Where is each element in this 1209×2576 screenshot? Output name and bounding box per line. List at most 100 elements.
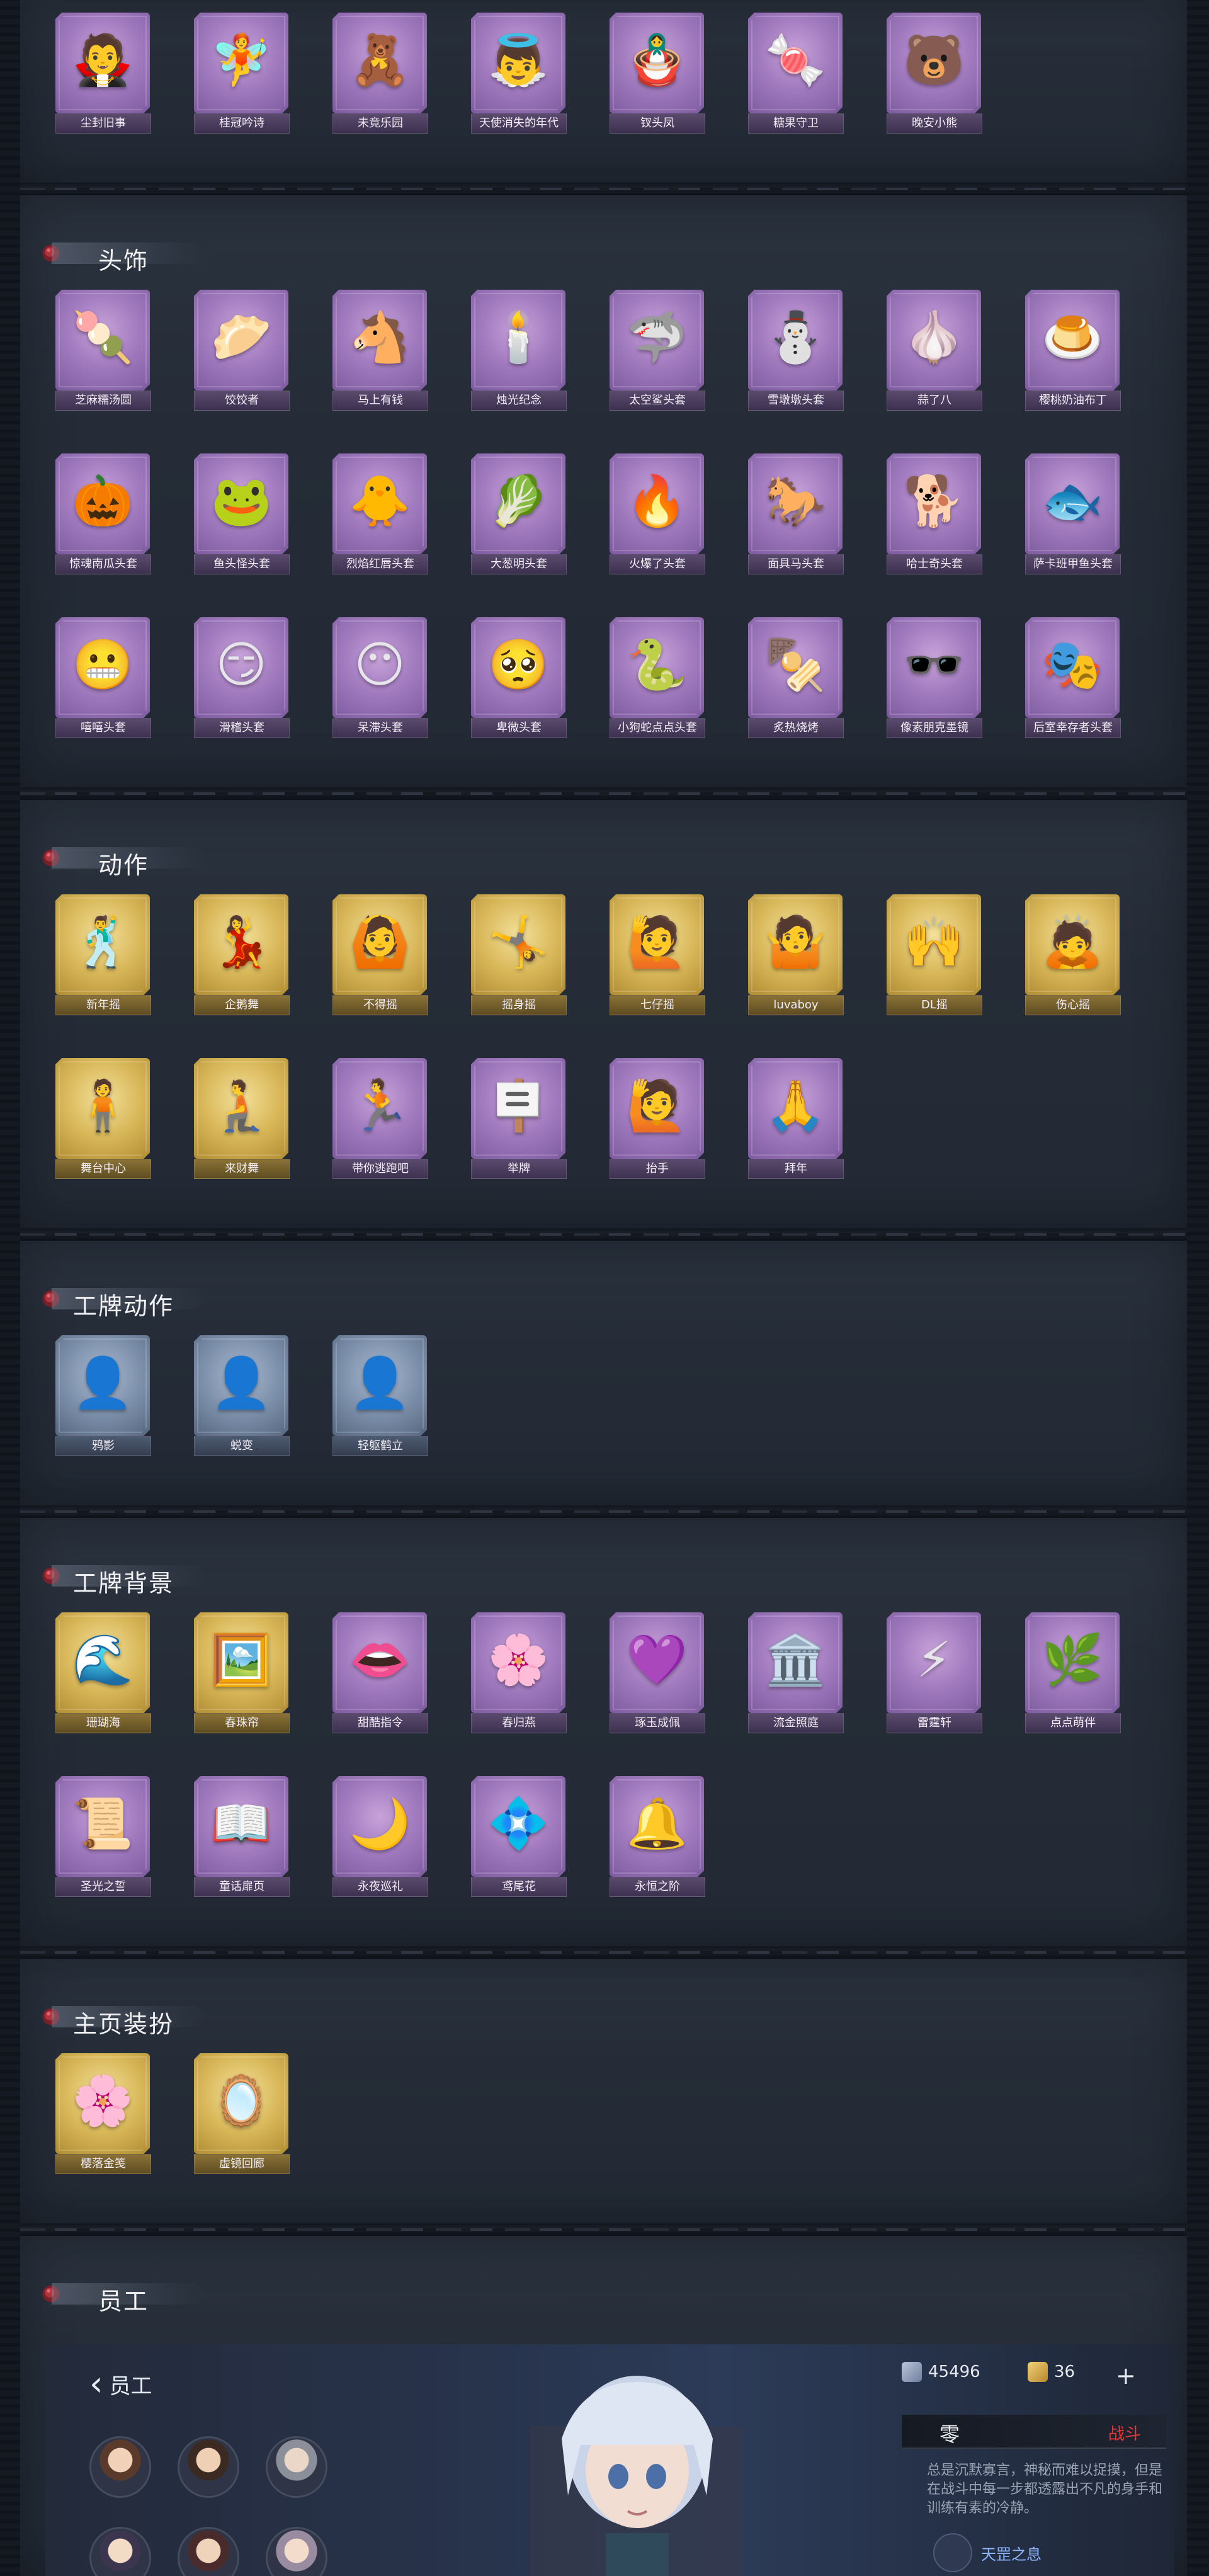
item-card: 😏 [194, 617, 288, 718]
item-label: 伤心摇 [1025, 995, 1121, 1015]
collection-item[interactable]: 🎃 惊魂南瓜头套 [53, 453, 152, 579]
collection-item[interactable]: 🐻 晚安小熊 [884, 13, 984, 139]
collection-item[interactable]: 📖 童话扉页 [191, 1776, 291, 1902]
item-card: 👤 [194, 1335, 288, 1436]
item-label: 火爆了头套 [610, 554, 705, 574]
collection-item[interactable]: ⚡ 雷霆轩 [884, 1612, 984, 1738]
item-card: 🪧 [471, 1058, 565, 1159]
collection-item[interactable]: 🐸 鱼头怪头套 [191, 453, 291, 579]
collection-item[interactable]: 🖼️ 春珠帘 [191, 1612, 291, 1738]
collection-item[interactable]: 🌊 珊瑚海 [53, 1612, 152, 1738]
collection-item[interactable]: 🪞 虚镜回廊 [191, 2053, 291, 2179]
collection-item[interactable]: 😏 滑稽头套 [191, 617, 291, 743]
collection-item[interactable]: 😬 嘻嘻头套 [53, 617, 152, 743]
collection-item[interactable]: 🏃 带你逃跑吧 [330, 1058, 429, 1184]
add-currency-button[interactable]: + [1116, 2362, 1136, 2390]
collection-item[interactable]: 🥟 饺饺者 [191, 290, 291, 416]
collection-item[interactable]: 🍬 糖果守卫 [746, 13, 845, 139]
collection-item[interactable]: 🙆 不得摇 [330, 894, 429, 1020]
item-card: 🥬 [471, 453, 565, 554]
collection-item[interactable]: 🙌 DL摇 [884, 894, 984, 1020]
item-label: 蒜了八 [887, 390, 982, 411]
item-thumbnail-icon: 👼 [487, 32, 549, 89]
collection-item[interactable]: 🧛 尘封旧事 [53, 13, 152, 139]
item-card: 🕺 [55, 894, 150, 995]
collection-item[interactable]: 🐟 萨卡班甲鱼头套 [1023, 453, 1122, 579]
collection-item[interactable]: 💃 企鹅舞 [191, 894, 291, 1020]
collection-item[interactable]: 🕶️ 像素朋克墨镜 [884, 617, 984, 743]
collection-item[interactable]: 🧸 未竟乐园 [330, 13, 429, 139]
collection-item[interactable]: 🕯️ 烛光纪念 [468, 290, 568, 416]
collection-item[interactable]: 🐕 哈士奇头套 [884, 453, 984, 579]
collection-item[interactable]: 👤 蜕变 [191, 1335, 291, 1461]
currency-gold[interactable]: 36 [1028, 2362, 1075, 2382]
item-card: 🥟 [194, 290, 288, 390]
collection-item[interactable]: 🙇 伤心摇 [1023, 894, 1122, 1020]
collection-item[interactable]: 🧚 桂冠吟诗 [191, 13, 291, 139]
collection-item[interactable]: 🕺 新年摇 [53, 894, 152, 1020]
collection-item[interactable]: 👤 鸦影 [53, 1335, 152, 1461]
item-card: 🌊 [55, 1612, 150, 1713]
collection-item[interactable]: 😶 呆滞头套 [330, 617, 429, 743]
employee-skill[interactable]: 天罡之息 [933, 2533, 1042, 2572]
employee-avatar[interactable] [89, 2527, 151, 2576]
currency-tickets[interactable]: 45496 [902, 2362, 980, 2382]
employee-avatar[interactable] [89, 2436, 151, 2498]
item-label: 蜕变 [194, 1436, 290, 1456]
collection-item[interactable]: 💠 鸢尾花 [468, 1776, 568, 1902]
collection-item[interactable]: 🪆 钗头凤 [607, 13, 707, 139]
collection-item[interactable]: 👤 轻躯鹤立 [330, 1335, 429, 1461]
collection-item[interactable]: 🌸 春归燕 [468, 1612, 568, 1738]
collection-item[interactable]: 🏛️ 流金照庭 [746, 1612, 845, 1738]
employee-avatar[interactable] [266, 2527, 327, 2576]
collection-item[interactable]: 🧎 来财舞 [191, 1058, 291, 1184]
collection-item[interactable]: 👄 甜酷指令 [330, 1612, 429, 1738]
employee-avatar[interactable] [178, 2436, 239, 2498]
collection-item[interactable]: 🌙 永夜巡礼 [330, 1776, 429, 1902]
collection-item[interactable]: 🪧 举牌 [468, 1058, 568, 1184]
ticket-count: 45496 [928, 2362, 980, 2381]
item-thumbnail-icon: 😬 [72, 637, 133, 693]
collection-item[interactable]: ⛄ 雪墩墩头套 [746, 290, 845, 416]
collection-item[interactable]: 🙋 七仔摇 [607, 894, 707, 1020]
collection-item[interactable]: 🐥 烈焰红唇头套 [330, 453, 429, 579]
collection-item[interactable]: 🦈 太空鲨头套 [607, 290, 707, 416]
collection-item[interactable]: 🥺 卑微头套 [468, 617, 568, 743]
item-label: 哈士奇头套 [887, 554, 982, 574]
employee-avatar[interactable] [178, 2527, 239, 2576]
item-thumbnail-icon: 💃 [210, 914, 272, 971]
collection-item[interactable]: 🐎 面具马头套 [746, 453, 845, 579]
collection-item[interactable]: 🔥 火爆了头套 [607, 453, 707, 579]
employee-avatar[interactable] [266, 2436, 327, 2498]
collection-item[interactable]: 🐴 马上有钱 [330, 290, 429, 416]
item-label: 摇身摇 [471, 995, 567, 1015]
item-label: 惊魂南瓜头套 [55, 554, 151, 574]
collection-item[interactable]: 🔔 永恒之阶 [607, 1776, 707, 1902]
collection-item[interactable]: 🍡 芝麻糯汤圆 [53, 290, 152, 416]
collection-item[interactable]: 🥬 大葱明头套 [468, 453, 568, 579]
item-thumbnail-icon: 🦈 [626, 309, 688, 366]
collection-item[interactable]: 🧄 蒜了八 [884, 290, 984, 416]
collection-item[interactable]: 🌸 樱落金笺 [53, 2053, 152, 2179]
collection-item[interactable]: 🌿 点点萌伴 [1023, 1612, 1122, 1738]
item-label: 饺饺者 [194, 390, 290, 411]
item-thumbnail-icon: 🌸 [487, 1632, 549, 1689]
collection-item[interactable]: 🍮 樱桃奶油布丁 [1023, 290, 1122, 416]
back-button[interactable]: ‹ 员工 [89, 2367, 152, 2401]
item-thumbnail-icon: 💜 [626, 1632, 688, 1689]
collection-item[interactable]: 📜 圣光之誓 [53, 1776, 152, 1902]
item-card: 🐍 [610, 617, 704, 718]
collection-item[interactable]: 🧍 舞台中心 [53, 1058, 152, 1184]
collection-item[interactable]: 👼 天使消失的年代 [468, 13, 568, 139]
gold-icon [1028, 2362, 1048, 2382]
collection-item[interactable]: 🎭 后室幸存者头套 [1023, 617, 1122, 743]
collection-item[interactable]: 🐍 小狗蛇点点头套 [607, 617, 707, 743]
collection-item[interactable]: 🤸 摇身摇 [468, 894, 568, 1020]
item-thumbnail-icon: 👤 [210, 1355, 272, 1411]
collection-item[interactable]: 🍢 炙热烧烤 [746, 617, 845, 743]
collection-item[interactable]: 🤷 luvaboy [746, 894, 845, 1020]
collection-item[interactable]: 💜 琢玉成佩 [607, 1612, 707, 1738]
collection-item[interactable]: 🙏 拜年 [746, 1058, 845, 1184]
item-card: 📜 [55, 1776, 150, 1877]
collection-item[interactable]: 🙋 抬手 [607, 1058, 707, 1184]
